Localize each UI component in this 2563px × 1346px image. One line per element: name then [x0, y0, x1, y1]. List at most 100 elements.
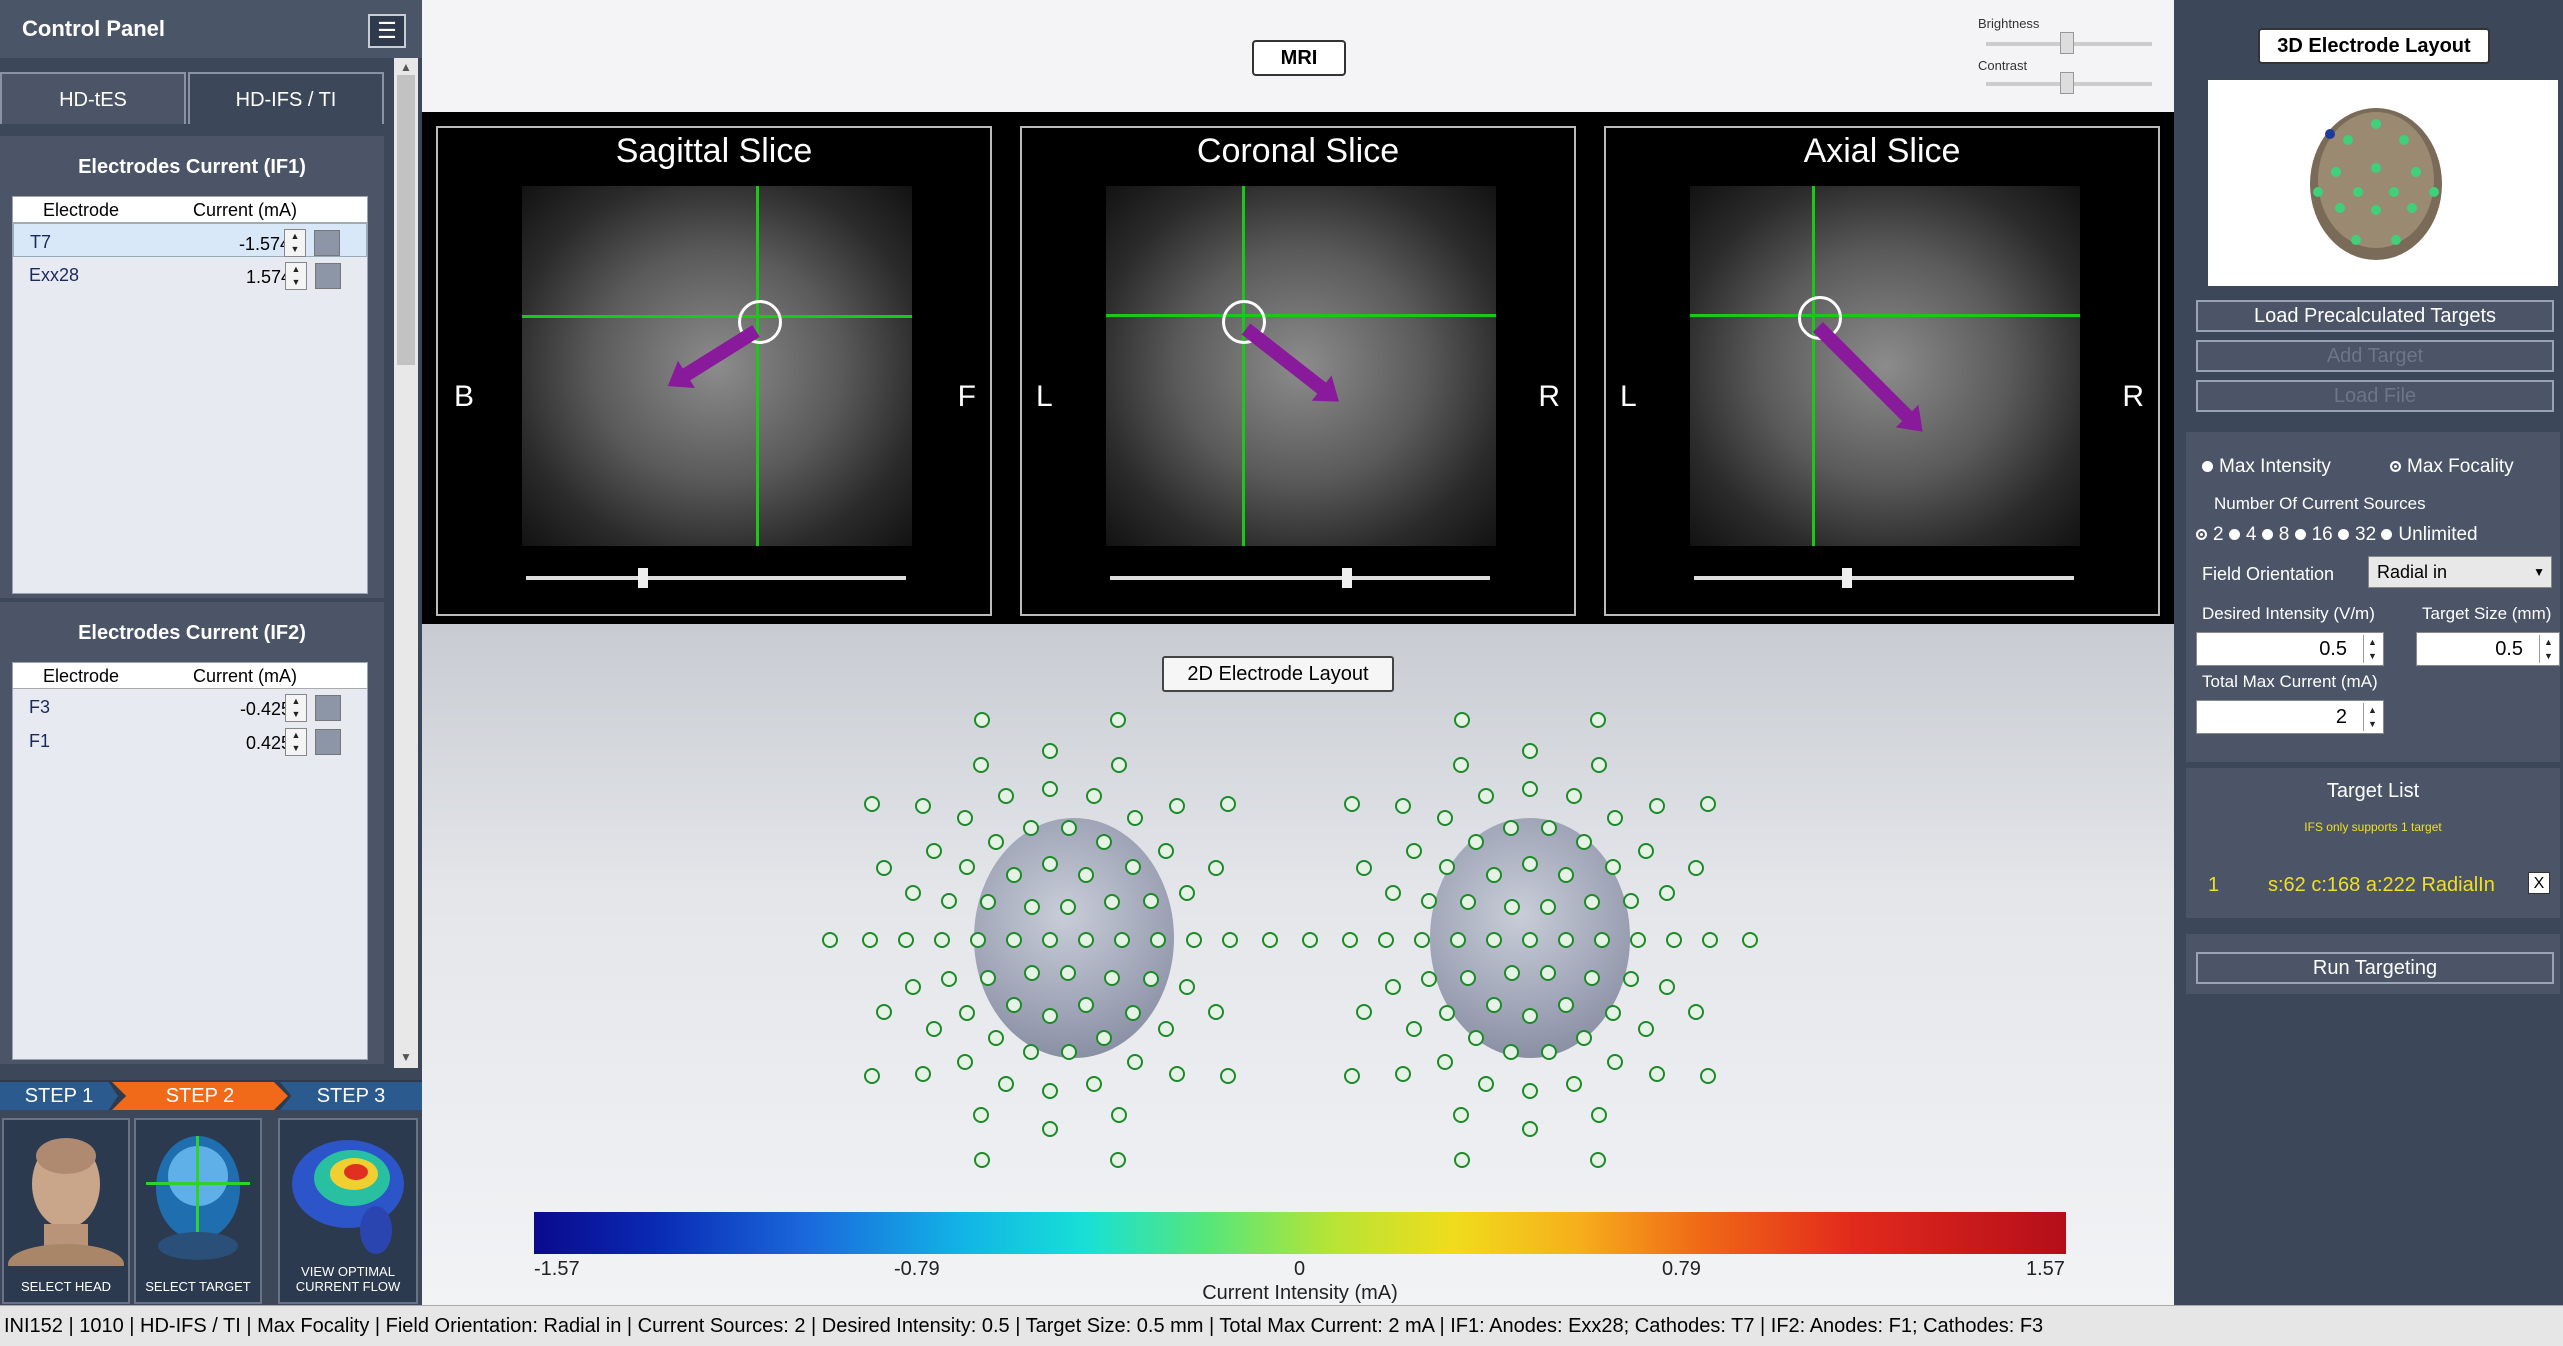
electrode-dot[interactable]: [1437, 1054, 1454, 1071]
current-spinner[interactable]: ▲ ▼: [285, 728, 307, 756]
source-option-32[interactable]: 32: [2338, 524, 2376, 545]
electrode-dot[interactable]: [973, 757, 990, 774]
electrode-dot[interactable]: [1584, 894, 1601, 911]
electrode-dot[interactable]: [925, 843, 942, 860]
load-file-button[interactable]: Load File: [2196, 380, 2554, 412]
electrode-dot[interactable]: [1742, 932, 1758, 948]
electrode-dot[interactable]: [1006, 866, 1022, 883]
scroll-up-icon[interactable]: ▲: [394, 58, 418, 76]
electrode-dot[interactable]: [1453, 1106, 1470, 1123]
electrode-dot[interactable]: [1702, 932, 1718, 948]
max-focality-radio[interactable]: Max Focality: [2390, 456, 2514, 478]
electrode-dot[interactable]: [1150, 932, 1166, 948]
electrode-dot[interactable]: [1439, 1004, 1456, 1021]
sagittal-slider[interactable]: [526, 576, 906, 580]
electrode-dot[interactable]: [1042, 743, 1058, 759]
load-precalculated-targets-button[interactable]: Load Precalculated Targets: [2196, 300, 2554, 332]
run-targeting-button[interactable]: Run Targeting: [2196, 952, 2554, 984]
tab-hd-tes[interactable]: HD-tES: [0, 72, 186, 124]
electrode-dot[interactable]: [1042, 780, 1058, 797]
electrode-dot[interactable]: [864, 796, 881, 813]
electrode-dot[interactable]: [1454, 1151, 1471, 1168]
electrode-dot[interactable]: [1666, 932, 1682, 948]
electrode-dot[interactable]: [1158, 843, 1175, 860]
electrode-dot[interactable]: [1450, 932, 1466, 948]
electrode-dot[interactable]: [1110, 757, 1127, 774]
field-orientation-select[interactable]: Radial in ▼: [2368, 556, 2552, 588]
total-max-current-input[interactable]: 2 ▲ ▼: [2196, 700, 2384, 734]
electrode-dot[interactable]: [1126, 1054, 1143, 1071]
current-spinner[interactable]: ▲ ▼: [285, 694, 307, 722]
electrode-dot[interactable]: [905, 885, 922, 902]
electrode-dot[interactable]: [1522, 780, 1538, 797]
electrode-dot[interactable]: [1342, 932, 1358, 948]
axial-slice-panel[interactable]: Axial Slice L R: [1604, 126, 2160, 616]
coronal-slider[interactable]: [1110, 576, 1490, 580]
electrode-dot[interactable]: [974, 1151, 991, 1168]
electrode-dot[interactable]: [1437, 809, 1454, 826]
electrode-dot[interactable]: [1486, 997, 1502, 1014]
electrode-dot[interactable]: [1606, 1054, 1623, 1071]
electrode-dot[interactable]: [959, 859, 976, 876]
stepper-icon[interactable]: ▲ ▼: [2539, 635, 2557, 663]
sagittal-slider-thumb[interactable]: [638, 568, 648, 588]
electrode-dot[interactable]: [1344, 1067, 1361, 1084]
electrode-dot[interactable]: [1110, 1106, 1127, 1123]
electrode-dot[interactable]: [957, 809, 974, 826]
scroll-thumb[interactable]: [397, 75, 415, 365]
axial-slider[interactable]: [1694, 576, 2074, 580]
electrode-dot[interactable]: [1638, 843, 1655, 860]
brightness-slider-thumb[interactable]: [2060, 32, 2074, 54]
electrode-dot[interactable]: [1078, 997, 1094, 1014]
electrode-dot[interactable]: [1454, 712, 1471, 729]
electrode-dot[interactable]: [1405, 1020, 1422, 1037]
electrode-dot[interactable]: [1024, 899, 1040, 916]
electrode-dot[interactable]: [1060, 899, 1076, 916]
electrode-dot[interactable]: [1540, 820, 1557, 837]
electrode-dot[interactable]: [1589, 712, 1606, 729]
electrode-dot[interactable]: [1468, 833, 1484, 850]
source-option-16[interactable]: 16: [2294, 524, 2333, 545]
electrode-dot[interactable]: [1604, 1004, 1621, 1021]
table-row[interactable]: Exx28 1.5742 ▲ ▼: [13, 257, 367, 291]
step-3-tab[interactable]: STEP 3: [280, 1082, 422, 1110]
electrode-dot[interactable]: [1606, 809, 1623, 826]
sagittal-slice-panel[interactable]: Sagittal Slice B F: [436, 126, 992, 616]
electrode-dot[interactable]: [1109, 1151, 1126, 1168]
electrode-dot[interactable]: [1522, 743, 1538, 759]
electrode-dot[interactable]: [1219, 796, 1236, 813]
electrode-dot[interactable]: [1566, 1075, 1583, 1092]
electrode-dot[interactable]: [1060, 1043, 1077, 1060]
coronal-slider-thumb[interactable]: [1342, 568, 1352, 588]
electrode-dot[interactable]: [1576, 833, 1592, 850]
table-row[interactable]: T7 -1.5742 ▲ ▼: [13, 223, 367, 257]
electrode-dot[interactable]: [1623, 970, 1640, 987]
scroll-down-icon[interactable]: ▼: [394, 1048, 418, 1066]
electrode-dot[interactable]: [979, 894, 996, 911]
source-option-4[interactable]: 4: [2228, 524, 2256, 545]
3d-head-view[interactable]: [2208, 80, 2558, 286]
electrode-dot[interactable]: [1590, 1106, 1607, 1123]
electrode-dot[interactable]: [1477, 1075, 1494, 1092]
electrode-dot[interactable]: [1540, 964, 1556, 981]
electrode-dot[interactable]: [914, 798, 931, 815]
source-option-unlimited[interactable]: Unlimited: [2381, 524, 2478, 545]
electrode-dot[interactable]: [1126, 809, 1143, 826]
electrode-dot[interactable]: [1576, 1030, 1592, 1047]
electrode-dot[interactable]: [1262, 932, 1278, 948]
electrode-dot[interactable]: [1378, 932, 1394, 948]
table-row[interactable]: F3 -0.4258 ▲ ▼: [13, 689, 367, 723]
electrode-dot[interactable]: [1699, 796, 1716, 813]
stepper-icon[interactable]: ▲ ▼: [2363, 703, 2381, 731]
electrode-dot[interactable]: [1169, 798, 1186, 815]
3d-electrode-layout-button[interactable]: 3D Electrode Layout: [2258, 28, 2490, 64]
electrode-dot[interactable]: [1104, 969, 1121, 986]
electrode-dot[interactable]: [1414, 932, 1430, 948]
target-list-item[interactable]: 1 s:62 c:168 a:222 RadialIn X: [2196, 868, 2550, 902]
view-current-flow-button[interactable]: VIEW OPTIMAL CURRENT FLOW: [278, 1118, 418, 1304]
electrode-dot[interactable]: [988, 1030, 1004, 1047]
electrode-dot[interactable]: [1178, 885, 1195, 902]
electrode-dot[interactable]: [1453, 757, 1470, 774]
electrode-dot[interactable]: [1477, 788, 1494, 805]
source-option-8[interactable]: 8: [2261, 524, 2289, 545]
